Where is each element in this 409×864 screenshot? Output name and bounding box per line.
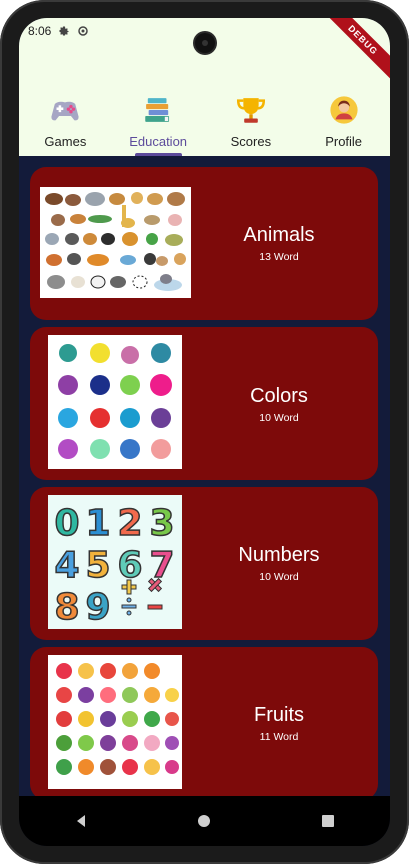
debug-banner: DEBUG (318, 18, 390, 85)
category-word-count: 10 Word (259, 571, 299, 583)
top-tab-bar: Games Education Scores Profile (19, 88, 390, 156)
numbers-illustration: 0 1 2 3 4 5 6 7 8 9 (54, 502, 176, 629)
category-title: Colors (250, 385, 308, 407)
recents-icon (322, 815, 335, 827)
svg-text:3: 3 (149, 503, 174, 544)
animals-illustration (45, 192, 186, 291)
category-card-colors[interactable]: Colors 10 Word (30, 327, 378, 480)
sync-icon (78, 26, 89, 36)
gear-icon (59, 26, 69, 36)
category-card-numbers[interactable]: 0 1 2 3 4 5 6 7 8 9 Numbers 10 Word (30, 487, 378, 640)
tab-profile-label: Profile (325, 134, 363, 149)
svg-text:1: 1 (85, 503, 110, 544)
category-word-count: 13 Word (259, 251, 299, 263)
fruits-image (48, 655, 182, 789)
home-icon (198, 815, 211, 827)
system-navigation-bar (19, 796, 390, 846)
svg-text:5: 5 (85, 545, 110, 586)
tab-scores[interactable]: Scores (205, 88, 298, 156)
svg-text:2: 2 (117, 503, 142, 544)
gamepad-icon (51, 101, 79, 121)
color-splashes-illustration (58, 343, 172, 459)
svg-text:9: 9 (85, 587, 110, 628)
phone-frame: 8:06 DEBUG Games Education Scores Profil… (0, 0, 409, 864)
animals-image (40, 187, 191, 298)
recents-button[interactable] (298, 801, 358, 841)
books-icon (145, 98, 170, 122)
home-button[interactable] (174, 801, 234, 841)
back-button[interactable] (51, 801, 111, 841)
status-bar: 8:06 (28, 23, 89, 39)
fruits-illustration (56, 663, 179, 775)
tab-scores-label: Scores (230, 134, 272, 149)
tab-games-label: Games (44, 134, 87, 149)
svg-text:0: 0 (54, 503, 79, 544)
category-word-count: 10 Word (259, 412, 299, 424)
category-list: Animals 13 Word Colors 10 Word 0 1 2 3 4… (19, 156, 390, 796)
category-title: Animals (243, 224, 315, 246)
svg-text:4: 4 (54, 545, 79, 586)
status-time: 8:06 (28, 24, 52, 38)
tab-profile[interactable]: Profile (297, 88, 390, 156)
category-card-fruits[interactable]: Fruits 11 Word (30, 647, 378, 796)
back-icon (76, 815, 85, 827)
category-card-animals[interactable]: Animals 13 Word (30, 167, 378, 320)
svg-text:8: 8 (54, 587, 79, 628)
front-camera (195, 33, 215, 53)
category-word-count: 11 Word (259, 731, 299, 743)
user-profile-icon (330, 96, 358, 124)
tab-games[interactable]: Games (19, 88, 112, 156)
app-screen: 8:06 DEBUG Games Education Scores Profil… (19, 18, 390, 846)
tab-education[interactable]: Education (112, 88, 205, 156)
tab-education-label: Education (129, 134, 188, 149)
category-title: Numbers (238, 544, 320, 566)
colors-image (48, 335, 182, 469)
trophy-icon (236, 98, 265, 123)
app-header: 8:06 DEBUG Games Education Scores Profil… (19, 18, 390, 156)
numbers-image: 0 1 2 3 4 5 6 7 8 9 (48, 495, 182, 629)
category-title: Fruits (254, 704, 304, 726)
